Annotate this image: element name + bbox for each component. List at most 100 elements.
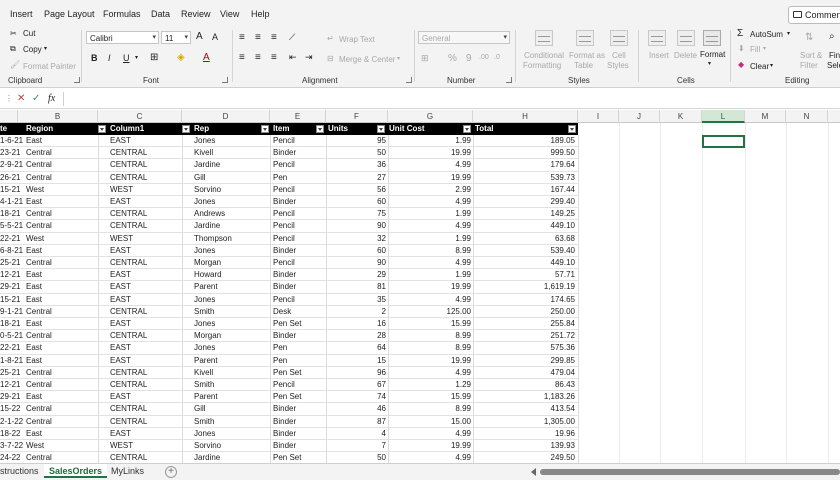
cell-unit-cost[interactable]: 15.00 — [388, 417, 471, 426]
cell-item[interactable]: Binder — [273, 270, 325, 279]
cell-rep[interactable]: Andrews — [194, 209, 268, 218]
cell-region[interactable]: Central — [26, 307, 96, 316]
cell-total[interactable]: 174.65 — [473, 295, 575, 304]
cell-date[interactable]: 2-9-21 — [0, 160, 24, 169]
cell-units[interactable]: 4 — [326, 429, 386, 438]
cell-unit-cost[interactable]: 4.99 — [388, 368, 471, 377]
cell-total[interactable]: 299.40 — [473, 197, 575, 206]
cell-item[interactable]: Pencil — [273, 209, 325, 218]
cell-column1[interactable]: WEST — [110, 234, 180, 243]
cell-column1[interactable]: CENTRAL — [110, 404, 180, 413]
cell-region[interactable]: Central — [26, 221, 96, 230]
column-header-d[interactable]: D — [182, 110, 270, 123]
cell-rep[interactable]: Smith — [194, 417, 268, 426]
cell-region[interactable]: Central — [26, 368, 96, 377]
cell-units[interactable]: 27 — [326, 173, 386, 182]
cell-item[interactable]: Binder — [273, 417, 325, 426]
copy-button[interactable]: Copy — [23, 45, 42, 54]
cell-column1[interactable]: EAST — [110, 429, 180, 438]
cut-button[interactable]: Cut — [23, 29, 35, 38]
cell-date[interactable]: 29-21 — [0, 392, 24, 401]
cell-region[interactable]: West — [26, 441, 96, 450]
cell-rep[interactable]: Kivell — [194, 148, 268, 157]
column-header-m[interactable]: M — [745, 110, 786, 123]
sort-filter-button[interactable]: Sort & — [800, 51, 822, 60]
cell-date[interactable]: 22-21 — [0, 234, 24, 243]
cell-unit-cost[interactable]: 8.99 — [388, 331, 471, 340]
cell-rep[interactable]: Jardine — [194, 453, 268, 462]
cell-region[interactable]: Central — [26, 148, 96, 157]
cell-unit-cost[interactable]: 4.99 — [388, 429, 471, 438]
cell-units[interactable]: 28 — [326, 331, 386, 340]
cell-total[interactable]: 449.10 — [473, 221, 575, 230]
cell-total[interactable]: 539.40 — [473, 246, 575, 255]
cell-region[interactable]: Central — [26, 417, 96, 426]
cell-total[interactable]: 999.50 — [473, 148, 575, 157]
header-region[interactable]: Region — [26, 123, 53, 135]
cell-item[interactable]: Pencil — [273, 221, 325, 230]
cell-region[interactable]: East — [26, 136, 96, 145]
header-date[interactable]: te — [0, 123, 7, 135]
chevron-down-icon[interactable]: ▾ — [135, 54, 138, 61]
cell-total[interactable]: 413.54 — [473, 404, 575, 413]
cell-unit-cost[interactable]: 4.99 — [388, 258, 471, 267]
cell-date[interactable]: 0-5-21 — [0, 331, 24, 340]
chevron-down-icon[interactable]: ▾ — [787, 30, 790, 37]
cell-item[interactable]: Binder — [273, 148, 325, 157]
cell-date[interactable]: 15-22 — [0, 404, 24, 413]
cell-date[interactable]: 18-21 — [0, 319, 24, 328]
column-header-k[interactable]: K — [660, 110, 702, 123]
cell-unit-cost[interactable]: 1.99 — [388, 136, 471, 145]
cell-column1[interactable]: CENTRAL — [110, 221, 180, 230]
increase-font-icon[interactable]: A — [196, 31, 203, 42]
cell-item[interactable]: Pen — [273, 356, 325, 365]
horizontal-scrollbar[interactable] — [540, 469, 840, 475]
cell-total[interactable]: 149.25 — [473, 209, 575, 218]
cell-region[interactable]: Central — [26, 258, 96, 267]
clipboard-launcher-icon[interactable] — [74, 77, 80, 83]
alignment-launcher-icon[interactable] — [406, 77, 412, 83]
cell-column1[interactable]: WEST — [110, 441, 180, 450]
chevron-down-icon[interactable]: ▾ — [44, 45, 47, 52]
cell-date[interactable]: 4-1-21 — [0, 197, 24, 206]
column-header-b[interactable]: B — [18, 110, 98, 123]
cell-region[interactable]: East — [26, 295, 96, 304]
cell-units[interactable]: 60 — [326, 197, 386, 206]
conditional-formatting-button[interactable]: Conditional — [524, 51, 564, 60]
decrease-indent-icon[interactable]: ⇤ — [289, 52, 297, 63]
cell-units[interactable]: 35 — [326, 295, 386, 304]
menu-review[interactable]: Review — [181, 9, 211, 19]
cell-total[interactable]: 255.84 — [473, 319, 575, 328]
cell-date[interactable]: 9-1-21 — [0, 307, 24, 316]
menu-view[interactable]: View — [220, 9, 239, 19]
cell-total[interactable]: 179.64 — [473, 160, 575, 169]
cell-unit-cost[interactable]: 4.99 — [388, 197, 471, 206]
header-column1[interactable]: Column1 — [110, 123, 144, 135]
font-color-icon[interactable]: A — [203, 52, 210, 63]
cell-column1[interactable]: CENTRAL — [110, 160, 180, 169]
cell-rep[interactable]: Jardine — [194, 221, 268, 230]
cell-column1[interactable]: CENTRAL — [110, 209, 180, 218]
cell-units[interactable]: 96 — [326, 368, 386, 377]
cell-region[interactable]: West — [26, 234, 96, 243]
orientation-icon[interactable]: ⟋ — [289, 32, 295, 43]
cell-unit-cost[interactable]: 4.99 — [388, 221, 471, 230]
filter-dropdown-icon[interactable] — [261, 125, 269, 133]
underline-icon[interactable]: U — [123, 53, 130, 63]
font-size-dropdown[interactable]: 11 ▾ — [161, 31, 191, 44]
chevron-down-icon[interactable]: ▾ — [770, 62, 773, 69]
align-center-icon[interactable]: ≡ — [255, 52, 261, 63]
cell-total[interactable]: 1,619.19 — [473, 282, 575, 291]
cell-unit-cost[interactable]: 8.99 — [388, 343, 471, 352]
cell-rep[interactable]: Thompson — [194, 234, 268, 243]
cell-column1[interactable]: EAST — [110, 270, 180, 279]
cell-units[interactable]: 50 — [326, 148, 386, 157]
cell-total[interactable]: 251.72 — [473, 331, 575, 340]
cell-column1[interactable]: CENTRAL — [110, 368, 180, 377]
font-launcher-icon[interactable] — [222, 77, 228, 83]
cell-unit-cost[interactable]: 4.99 — [388, 295, 471, 304]
cell-region[interactable]: East — [26, 319, 96, 328]
cell-date[interactable]: 12-21 — [0, 380, 24, 389]
cell-item[interactable]: Desk — [273, 307, 325, 316]
font-name-dropdown[interactable]: Calibri ▾ — [86, 31, 159, 44]
